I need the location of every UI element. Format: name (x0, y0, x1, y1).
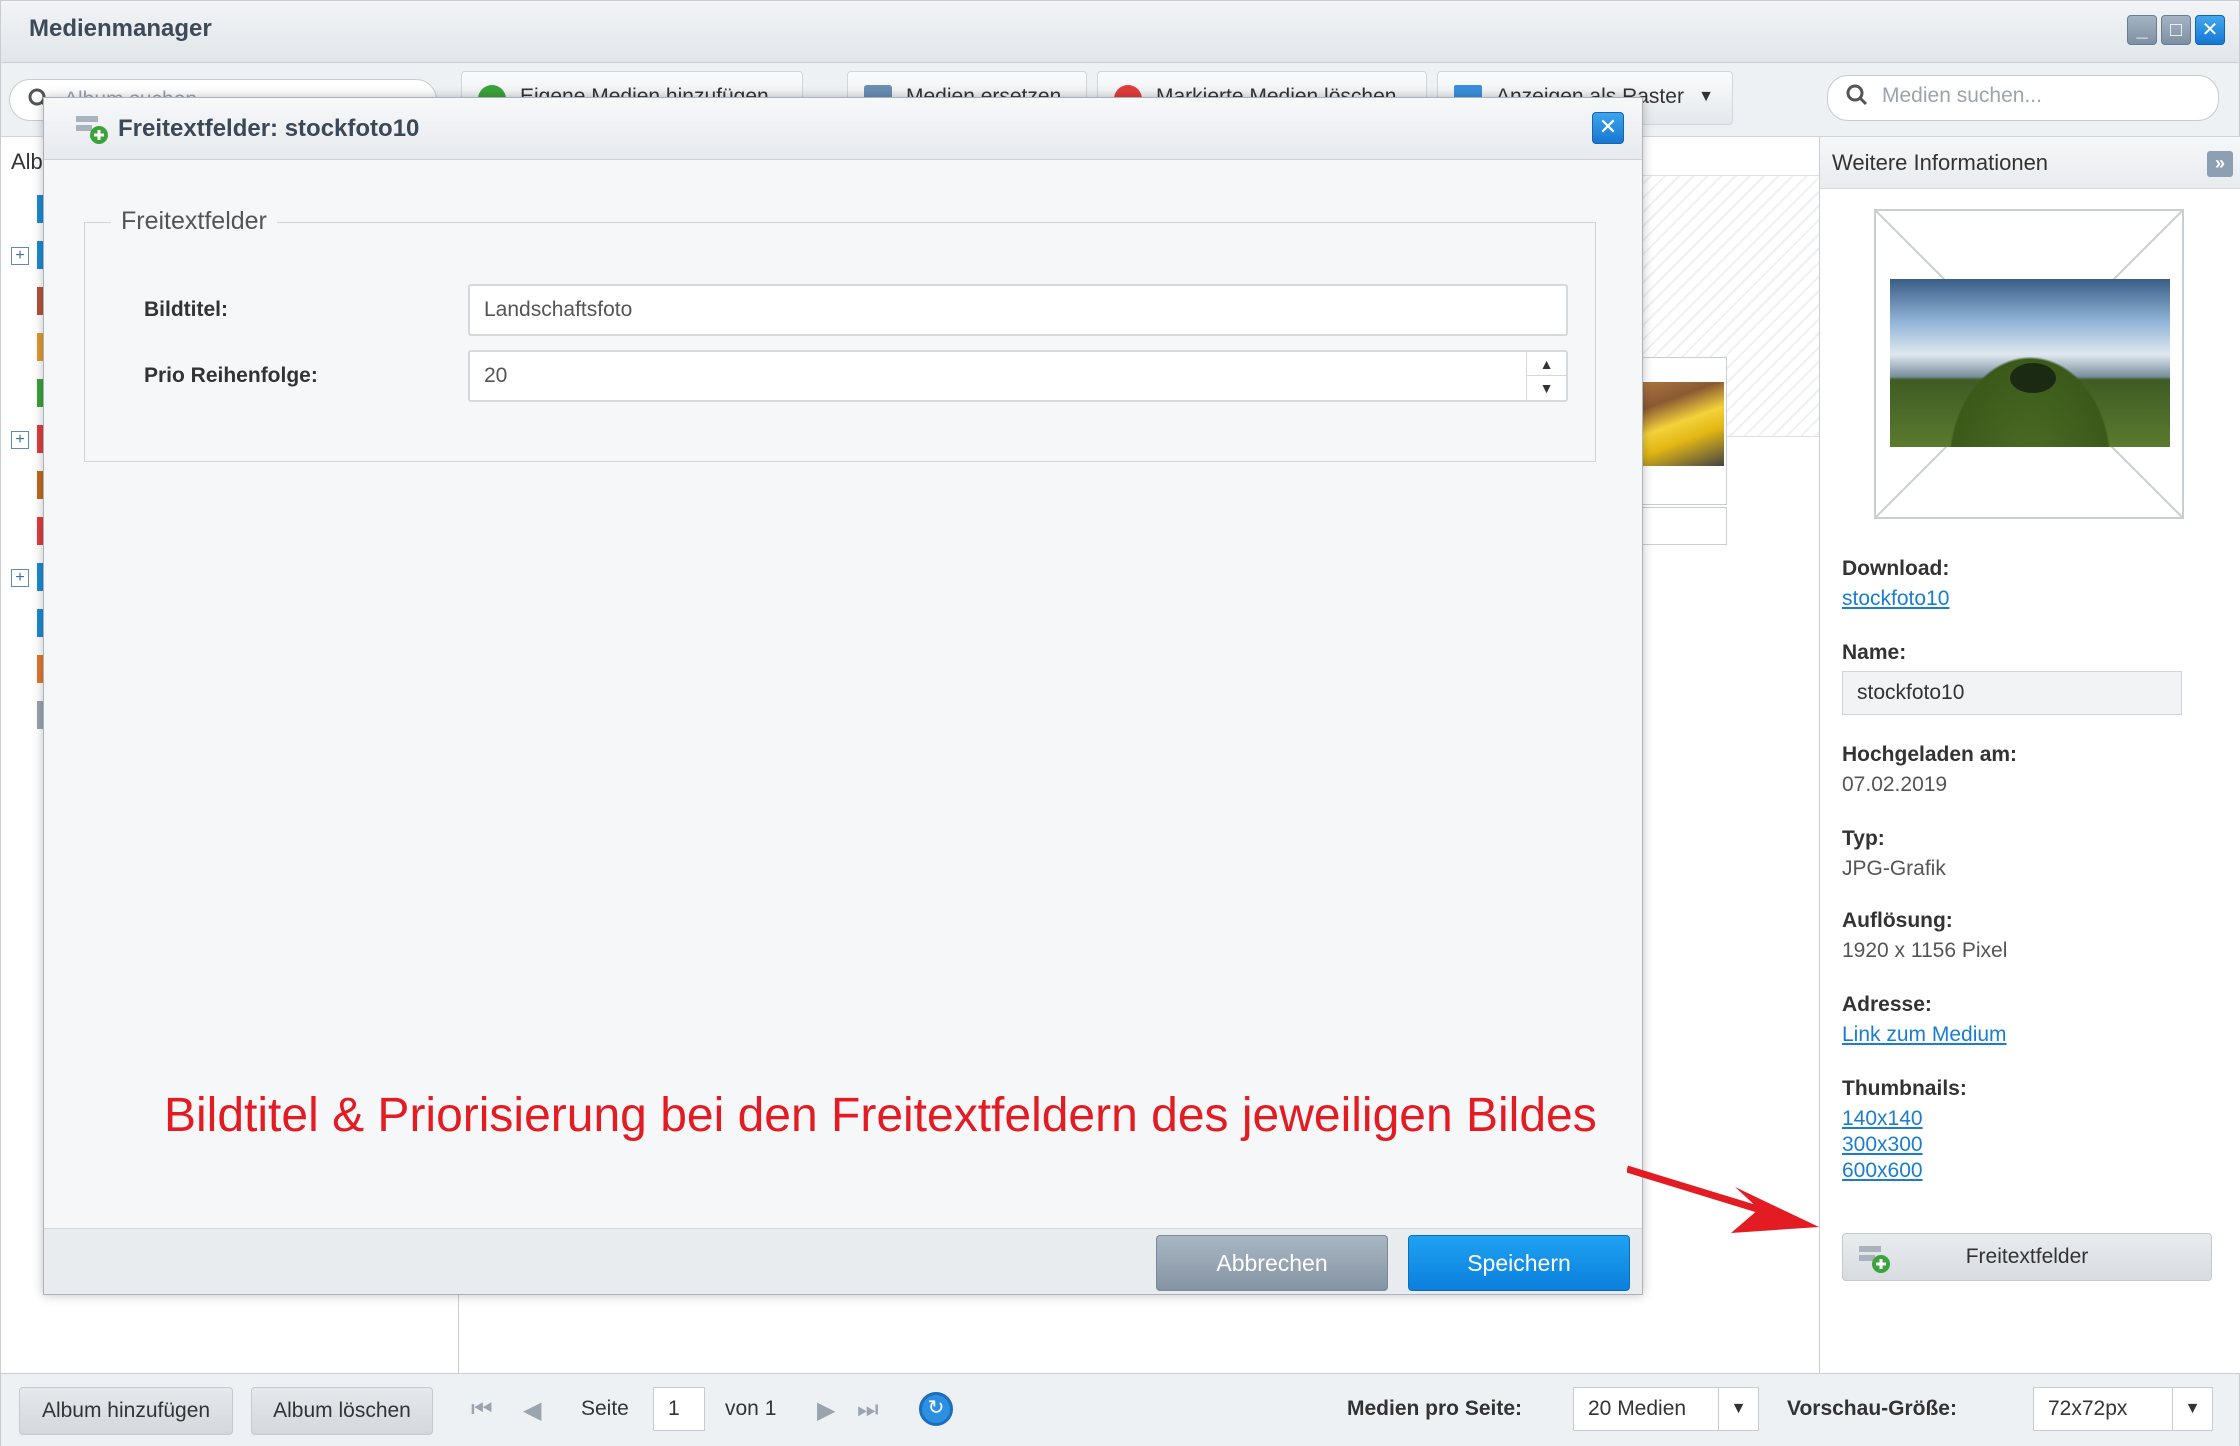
first-page-icon[interactable]: ⏮ (471, 1396, 493, 1424)
address-label: Adresse: (1842, 993, 1932, 1016)
save-button[interactable]: Speichern (1408, 1235, 1630, 1291)
info-panel: Weitere Informationen » Download: stockf… (1819, 137, 2240, 1373)
dialog-close-button[interactable]: ✕ (1592, 112, 1624, 144)
preview-size-select[interactable]: 72x72px ▼ (2033, 1387, 2213, 1431)
name-field[interactable]: stockfoto10 (1842, 671, 2182, 715)
tree-item[interactable] (7, 701, 47, 731)
download-link[interactable]: stockfoto10 (1842, 587, 1949, 611)
page-of-label: von 1 (725, 1397, 777, 1420)
expand-icon[interactable]: + (11, 569, 29, 587)
preview-image (1890, 279, 2170, 447)
window-title: Medienmanager (29, 15, 212, 42)
collapse-panel-icon[interactable]: » (2207, 151, 2233, 177)
dialog-header[interactable]: Freitextfelder: stockfoto10 ✕ (44, 98, 1642, 160)
window-titlebar[interactable]: Medienmanager _ □ ✕ (1, 1, 2239, 63)
tree-item[interactable]: + (7, 563, 47, 593)
annotation-arrow-icon (1627, 1165, 1819, 1233)
image-title-label: Bildtitel: (144, 298, 228, 321)
resolution-label: Auflösung: (1842, 909, 1953, 932)
priority-order-value: 20 (484, 364, 508, 387)
image-title-input[interactable]: Landschaftsfoto (468, 284, 1568, 336)
type-value: JPG-Grafik (1842, 857, 1946, 880)
name-label: Name: (1842, 641, 1907, 664)
info-panel-title: Weitere Informationen (1832, 150, 2049, 175)
media-preview (1874, 209, 2184, 519)
address-link[interactable]: Link zum Medium (1842, 1023, 2007, 1047)
last-page-icon[interactable]: ⏭ (857, 1396, 879, 1424)
media-manager-window: Medienmanager _ □ ✕ Album suchen... Eige… (0, 0, 2240, 1446)
delete-album-button[interactable]: Album löschen (251, 1387, 433, 1435)
expand-icon[interactable]: + (11, 247, 29, 265)
page-number-input[interactable]: 1 (653, 1387, 705, 1431)
uploaded-value: 07.02.2019 (1842, 773, 1948, 796)
per-page-value: 20 Medien (1588, 1397, 1687, 1420)
spinner-up-icon[interactable]: ▲ (1527, 352, 1566, 376)
freitext-add-icon (76, 116, 108, 144)
next-page-icon[interactable]: ▶ (817, 1396, 835, 1425)
number-spinner[interactable]: ▲ ▼ (1526, 352, 1566, 400)
per-page-select[interactable]: 20 Medien ▼ (1573, 1387, 1759, 1431)
expand-icon[interactable]: + (11, 431, 29, 449)
thumbnail-link-140[interactable]: 140x140 (1842, 1107, 1923, 1131)
dialog-title: Freitextfelder: stockfoto10 (118, 115, 420, 142)
media-search-input[interactable]: Medien suchen... (1827, 75, 2219, 121)
preview-tree (2010, 363, 2056, 393)
tree-item[interactable]: + (7, 425, 47, 455)
page-label: Seite (581, 1397, 629, 1420)
tree-item[interactable] (7, 655, 47, 685)
annotation-text: Bildtitel & Priorisierung bei den Freite… (164, 1089, 1597, 1142)
uploaded-label: Hochgeladen am: (1842, 743, 2018, 766)
maximize-button[interactable]: □ (2161, 15, 2191, 45)
tree-item[interactable] (7, 287, 47, 317)
previous-page-icon[interactable]: ◀ (523, 1396, 541, 1425)
type-label: Typ: (1842, 827, 1885, 850)
info-panel-header: Weitere Informationen » (1820, 137, 2240, 189)
tree-item[interactable] (7, 333, 47, 363)
tree-item[interactable] (7, 517, 47, 547)
per-page-label: Medien pro Seite: (1347, 1397, 1523, 1420)
freitextfelder-button-label: Freitextfelder (1965, 1245, 2089, 1268)
preview-size-value: 72x72px (2048, 1397, 2128, 1420)
bottom-bar: Album hinzufügen Album löschen ⏮ ◀ Seite… (1, 1373, 2239, 1446)
preview-size-label: Vorschau-Größe: (1787, 1397, 1957, 1420)
download-label: Download: (1842, 557, 1950, 580)
search-icon (1846, 84, 1868, 106)
freitextfelder-button[interactable]: Freitextfelder (1842, 1233, 2212, 1281)
add-album-button[interactable]: Album hinzufügen (19, 1387, 233, 1435)
tree-item[interactable]: + (7, 241, 47, 271)
priority-order-input[interactable]: 20 ▲ ▼ (468, 350, 1568, 402)
window-close-button[interactable]: ✕ (2195, 15, 2225, 45)
tree-item[interactable] (7, 195, 47, 225)
chevron-down-icon: ▼ (1718, 1388, 1758, 1430)
fieldset-legend: Freitextfelder (111, 207, 277, 236)
minimize-button[interactable]: _ (2127, 15, 2157, 45)
tree-item[interactable] (7, 471, 47, 501)
refresh-icon[interactable]: ↻ (919, 1392, 953, 1426)
chevron-down-icon: ▼ (2172, 1388, 2212, 1430)
tree-item[interactable] (7, 379, 47, 409)
tree-item[interactable] (7, 609, 47, 639)
dialog-footer: Abbrechen Speichern (44, 1228, 1642, 1294)
media-search-placeholder: Medien suchen... (1882, 84, 2042, 107)
cancel-button[interactable]: Abbrechen (1156, 1235, 1388, 1291)
freitext-fieldset: Freitextfelder (84, 207, 1596, 462)
thumbnail-link-600[interactable]: 600x600 (1842, 1159, 1923, 1183)
spinner-down-icon[interactable]: ▼ (1527, 376, 1566, 400)
thumbnail-link-300[interactable]: 300x300 (1842, 1133, 1923, 1157)
window-controls: _ □ ✕ (2127, 15, 2225, 45)
resolution-value: 1920 x 1156 Pixel (1842, 939, 2008, 962)
chevron-down-icon: ▼ (1698, 88, 1714, 105)
freitext-dialog: Freitextfelder: stockfoto10 ✕ Freitextfe… (43, 97, 1643, 1295)
priority-order-label: Prio Reihenfolge: (144, 364, 318, 387)
thumbnails-label: Thumbnails: (1842, 1077, 1967, 1100)
freitext-add-icon (1859, 1246, 1890, 1273)
